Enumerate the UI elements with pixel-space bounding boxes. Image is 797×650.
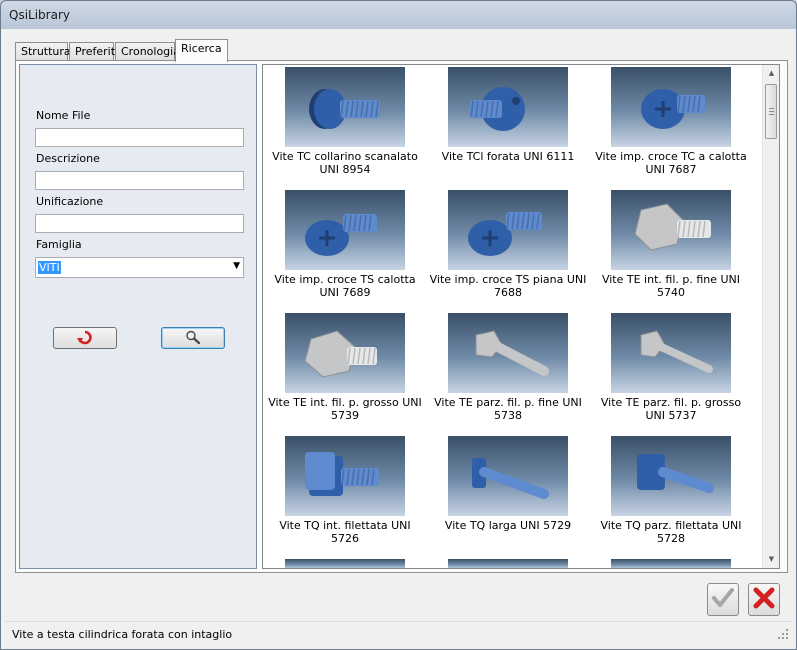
scroll-thumb[interactable] [765,84,777,139]
result-item-label: Vite TQ int. filettata UNI 5726 [279,519,411,545]
search-form: Nome File Descrizione Unificazione Famig… [19,64,257,569]
screw-hex-fine-icon [611,190,731,270]
filename-label: Nome File [36,109,91,122]
screw-cross-dome-icon [611,67,731,147]
result-item-label: Vite TQ larga UNI 5729 [444,519,572,532]
result-item-label: Vite TE int. fil. p. grosso UNI 5739 [268,396,422,422]
family-label: Famiglia [36,238,82,251]
tab-panel-ricerca: Nome File Descrizione Unificazione Famig… [15,60,788,573]
tab-struttura[interactable]: Struttura [15,42,71,61]
screw-thumbnail-icon [448,559,568,568]
result-item-label: Vite TE int. fil. p. fine UNI 5740 [601,273,741,299]
screw-tc-collar-icon [285,67,405,147]
tab-cronologia[interactable]: Cronologia [115,42,180,61]
undo-arrow-icon [76,329,94,348]
title-bar[interactable]: QsiLibrary [1,1,796,31]
family-select[interactable]: VITI ▼ [35,257,244,278]
confirm-button[interactable] [707,583,739,616]
screw-thumbnail-icon [611,559,731,568]
description-input[interactable] [35,171,244,190]
tab-ricerca[interactable]: Ricerca [175,39,228,62]
red-x-icon [752,587,776,612]
resize-grip-icon[interactable] [777,628,789,643]
status-text: Vite a testa cilindrica forata con intag… [12,628,233,641]
result-item-label: Vite TCl forata UNI 6111 [441,150,575,163]
result-item-label: Vite imp. croce TS calotta UNI 7689 [274,273,416,299]
screw-tcl-drilled-icon [448,67,568,147]
chevron-down-icon: ▼ [233,261,240,271]
magnifier-icon [184,329,202,348]
app-window: QsiLibrary Struttura Preferiti Cronologi… [0,0,797,650]
cancel-button[interactable] [748,583,780,616]
screw-hex-partial-coarse-icon [611,313,731,393]
checkmark-icon [711,587,735,612]
screw-cross-countersunk-flat-icon [448,190,568,270]
screw-square-full-icon [285,436,405,516]
description-label: Descrizione [36,152,100,165]
unification-input[interactable] [35,214,244,233]
screw-thumbnail-icon [285,559,405,568]
scroll-down-icon[interactable]: ▼ [763,551,779,568]
result-item-label: Vite imp. croce TS piana UNI 7688 [429,273,587,299]
screw-hex-coarse-icon [285,313,405,393]
scroll-up-icon[interactable]: ▲ [763,65,779,82]
unification-label: Unificazione [36,195,104,208]
result-item-label: Vite TE parz. fil. p. grosso UNI 5737 [600,396,742,422]
reset-button[interactable] [53,327,117,349]
result-item-label: Vite imp. croce TC a calotta UNI 7687 [595,150,747,176]
screw-cross-countersunk-dome-icon [285,190,405,270]
result-item-label: Vite TC collarino scanalato UNI 8954 [272,150,418,176]
result-item-label: Vite TE parz. fil. p. fine UNI 5738 [434,396,582,422]
screw-square-wide-icon [448,436,568,516]
filename-input[interactable] [35,128,244,147]
results-grid[interactable]: ▲ ▼ Vite TC collarino scanalato UNI 8954… [262,64,780,569]
screw-hex-partial-fine-icon [448,313,568,393]
vertical-scrollbar[interactable]: ▲ ▼ [762,65,779,568]
search-button[interactable] [161,327,225,349]
result-item-label: Vite TQ parz. filettata UNI 5728 [600,519,742,545]
main-content: Struttura Preferiti Cronologia Ricerca N… [5,31,792,621]
tab-preferiti[interactable]: Preferiti [69,42,118,61]
status-bar: Vite a testa cilindrica forata con intag… [5,621,792,646]
window-title: QsiLibrary [9,8,70,22]
family-selected-value: VITI [38,261,61,274]
screw-square-partial-icon [611,436,731,516]
